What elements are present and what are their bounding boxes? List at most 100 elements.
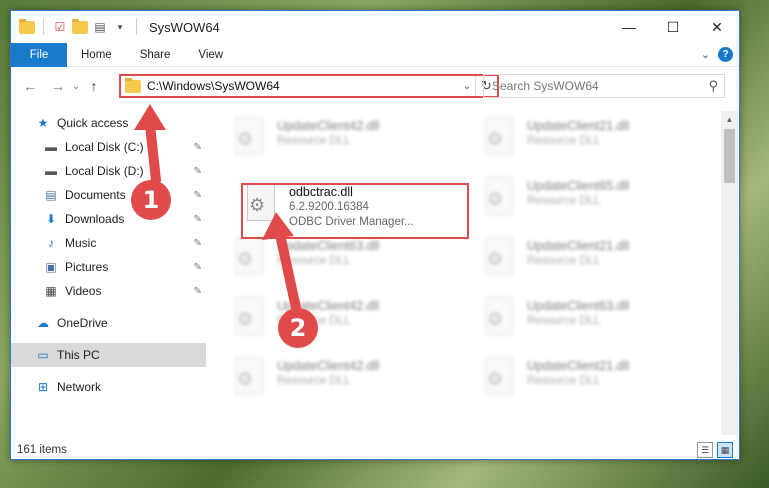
- pin-icon[interactable]: ✎: [194, 262, 202, 273]
- file-name: UpdateClient63.dll: [527, 299, 630, 313]
- sidebar-item-label: Videos: [65, 284, 102, 298]
- forward-arrow-icon[interactable]: →: [47, 75, 69, 97]
- sidebar-item-onedrive[interactable]: ☁ OneDrive: [11, 311, 206, 335]
- pin-icon[interactable]: ✎: [194, 190, 202, 201]
- pin-icon[interactable]: ✎: [194, 166, 202, 177]
- dll-file-icon: ⚙: [481, 357, 517, 399]
- file-name: UpdateClient21.dll: [527, 119, 630, 133]
- expand-ribbon-icon[interactable]: ⌄: [701, 48, 710, 61]
- pin-icon[interactable]: ✎: [194, 286, 202, 297]
- dll-file-icon: ⚙: [481, 117, 517, 159]
- tab-file[interactable]: File: [11, 42, 67, 67]
- help-icon[interactable]: ?: [718, 47, 733, 62]
- star-icon: ★: [37, 116, 49, 130]
- status-bar: 161 items ☰ ▦: [11, 439, 739, 459]
- minimize-button[interactable]: —: [607, 11, 651, 43]
- highlight-box: [241, 183, 469, 239]
- navigation-pane: ★ Quick access ▬ Local Disk (C:) ✎ ▬ Loc…: [11, 111, 206, 435]
- file-item[interactable]: ⚙ UpdateClient21.dll Resource DLL: [481, 117, 691, 169]
- file-name: UpdateClient42.dll: [277, 119, 380, 133]
- file-item[interactable]: ⚙ UpdateClient21.dll Resource DLL: [481, 357, 691, 409]
- maximize-button[interactable]: ☐: [651, 11, 695, 43]
- explorer-window: ☑ ▤ ▾ SysWOW64 — ☐ ✕ File Home Share Vie…: [10, 10, 740, 460]
- title-bar: ☑ ▤ ▾ SysWOW64 — ☐ ✕: [11, 11, 739, 43]
- sidebar-item-local-disk-d[interactable]: ▬ Local Disk (D:) ✎: [11, 159, 206, 183]
- new-folder-icon[interactable]: [72, 18, 88, 35]
- drive-icon: ▬: [45, 164, 57, 178]
- scroll-thumb[interactable]: [724, 129, 735, 183]
- sidebar-item-pictures[interactable]: ▣ Pictures ✎: [11, 255, 206, 279]
- file-type: Resource DLL: [527, 195, 601, 207]
- file-item[interactable]: ⚙ UpdateClient42.dllResource DLL: [231, 357, 441, 409]
- sidebar-item-label: OneDrive: [57, 316, 108, 330]
- chevron-down-icon[interactable]: ▾: [112, 19, 128, 35]
- sidebar-item-label: Local Disk (C:): [65, 140, 144, 154]
- dll-file-icon: ⚙: [481, 177, 517, 219]
- file-item[interactable]: ⚙ UpdateClient21.dll Resource DLL: [481, 237, 691, 289]
- documents-icon: ▤: [45, 188, 57, 202]
- file-item[interactable]: ⚙ UpdateClient65.dll Resource DLL: [481, 177, 691, 229]
- sidebar-item-downloads[interactable]: ⬇ Downloads ✎: [11, 207, 206, 231]
- network-icon: ⊞: [37, 380, 49, 394]
- sidebar-item-videos[interactable]: ▦ Videos ✎: [11, 279, 206, 303]
- sidebar-item-label: Network: [57, 380, 102, 394]
- vertical-scrollbar[interactable]: ▲: [721, 111, 738, 435]
- step-badge-1: 1: [131, 180, 171, 220]
- pin-icon[interactable]: ✎: [194, 142, 202, 153]
- sidebar-item-quick-access[interactable]: ★ Quick access: [11, 111, 206, 135]
- file-item[interactable]: ⚙ UpdateClient42.dllResource DLL: [231, 297, 441, 349]
- properties-icon[interactable]: ☑: [52, 19, 68, 35]
- back-arrow-icon[interactable]: ←: [19, 75, 41, 97]
- details-view-icon[interactable]: ☰: [697, 442, 713, 458]
- dll-file-icon: ⚙: [231, 297, 267, 339]
- large-icons-view-icon[interactable]: ▦: [717, 442, 733, 458]
- search-icon[interactable]: ⚲: [708, 78, 718, 94]
- up-arrow-icon[interactable]: ↑: [83, 75, 105, 97]
- sidebar-item-this-pc[interactable]: ▭ This PC: [11, 343, 206, 367]
- divider: [43, 19, 44, 35]
- pictures-icon: ▣: [45, 260, 57, 274]
- videos-icon: ▦: [45, 284, 57, 298]
- sidebar-item-local-disk-c[interactable]: ▬ Local Disk (C:) ✎: [11, 135, 206, 159]
- tab-home[interactable]: Home: [67, 43, 126, 67]
- sidebar-item-music[interactable]: ♪ Music ✎: [11, 231, 206, 255]
- pin-icon[interactable]: ✎: [194, 238, 202, 249]
- dll-file-icon: ⚙: [231, 357, 267, 399]
- file-item[interactable]: ⚙ UpdateClient63.dll Resource DLL: [481, 297, 691, 349]
- drive-icon: ▬: [45, 140, 57, 154]
- sidebar-item-label: Quick access: [57, 116, 129, 130]
- customize-toolbar-icon[interactable]: ▤: [92, 19, 108, 35]
- file-name: UpdateClient21.dll: [527, 359, 630, 373]
- sidebar-item-network[interactable]: ⊞ Network: [11, 375, 206, 399]
- file-name: UpdateClient63.dll: [277, 239, 380, 253]
- file-name: UpdateClient65.dll: [527, 179, 630, 193]
- window-title: SysWOW64: [149, 19, 220, 35]
- close-button[interactable]: ✕: [695, 11, 739, 43]
- search-input[interactable]: Search SysWOW64: [492, 79, 599, 93]
- file-item[interactable]: ⚙ UpdateClient63.dll Resource DLL: [231, 237, 441, 289]
- folder-icon: [19, 18, 35, 35]
- file-name: UpdateClient21.dll: [527, 239, 630, 253]
- recent-locations-icon[interactable]: ⌄: [69, 75, 83, 97]
- search-box[interactable]: Search SysWOW64 ⚲: [483, 74, 725, 98]
- file-item[interactable]: ⚙ UpdateClient42.dllResource DLL: [231, 117, 441, 169]
- ribbon-tabs: File Home Share View ⌄ ?: [11, 42, 739, 67]
- tab-share[interactable]: Share: [126, 43, 185, 67]
- sidebar-item-label: This PC: [57, 348, 100, 362]
- folder-icon: [125, 77, 141, 93]
- address-bar[interactable]: C:\Windows\SysWOW64 ⌄ ↻: [119, 74, 499, 98]
- tab-view[interactable]: View: [184, 43, 237, 67]
- scroll-up-icon[interactable]: ▲: [721, 111, 738, 127]
- file-list: ⚙ UpdateClient42.dll Resource DLL ⚙ Updat…: [207, 111, 721, 435]
- pin-icon[interactable]: ✎: [194, 214, 202, 225]
- divider: [136, 19, 137, 35]
- quick-access-toolbar: ☑ ▤ ▾: [11, 18, 141, 35]
- file-type: Resource DLL: [277, 255, 351, 267]
- dll-file-icon: ⚙: [481, 237, 517, 279]
- file-type: Resource DLL: [527, 375, 601, 387]
- sidebar-item-documents[interactable]: ▤ Documents ✎: [11, 183, 206, 207]
- chevron-down-icon[interactable]: ⌄: [459, 81, 475, 92]
- address-path[interactable]: C:\Windows\SysWOW64: [147, 79, 459, 93]
